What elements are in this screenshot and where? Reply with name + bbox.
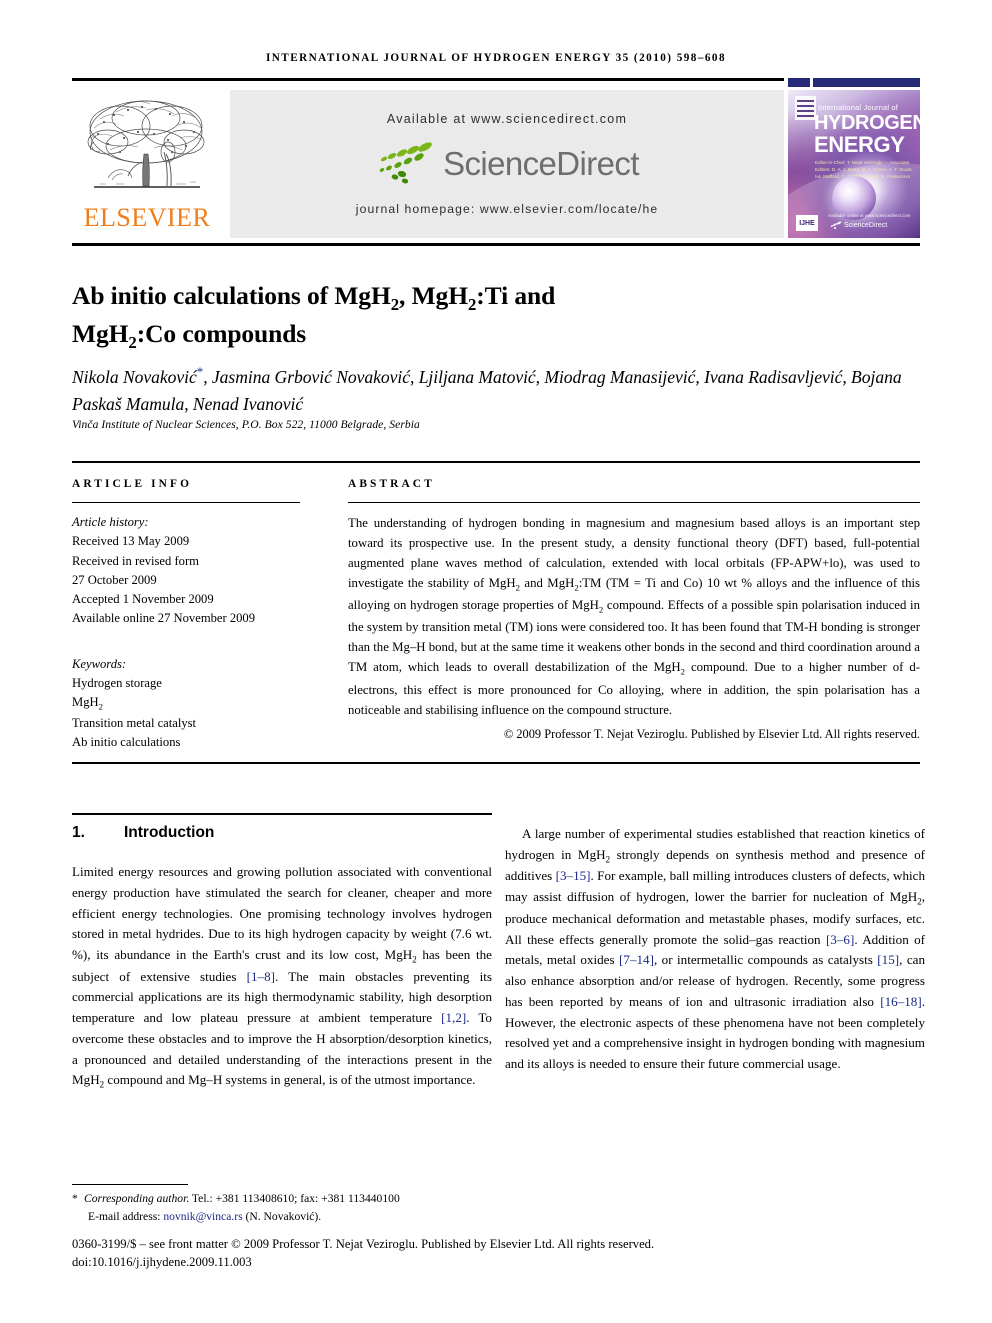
abstract-part-b: and MgH [520,576,575,591]
sciencedirect-banner: Available at www.sciencedirect.com Scien… [230,90,784,238]
history-item: Available online 27 November 2009 [72,611,256,626]
section-title: Introduction [124,824,215,841]
citation-ref[interactable]: [3–15] [556,868,591,883]
corresponding-author-note: * Corresponding author. Tel.: +381 113408… [72,1190,812,1208]
citation-ref[interactable]: [16–18] [880,994,921,1009]
author-first: Nikola Novaković [72,366,197,387]
cover-sciencedirect-logo: ScienceDirect [830,221,887,230]
masthead-top-rule [72,78,784,81]
keyword-item: MgH2 [72,693,310,714]
doi-line: doi:10.1016/j.ijhydene.2009.11.003 [72,1255,252,1269]
keyword-item: Hydrogen storage [72,675,162,690]
info-block-bottom-rule [72,762,920,764]
citation-ref[interactable]: [3–6] [826,932,854,947]
abstract-divider [348,502,920,503]
cover-available-note: Available online at www.sciencedirect.co… [828,213,911,218]
keyword-item: Transition metal catalyst [72,715,197,730]
section-heading: 1. Introduction [72,824,492,842]
keywords-block: Keywords: Hydrogen storage MgH2 Transiti… [72,655,310,753]
author-affiliation: Vinča Institute of Nuclear Sciences, P.O… [72,418,420,431]
email-label: E-mail address: [88,1209,161,1223]
title-line2-b: :Co compounds [136,318,307,348]
cover-top-bar-notch [810,78,813,87]
keywords-label: Keywords: [72,656,127,671]
elsevier-tree-icon [80,92,214,204]
article-info-label: article info [72,478,193,490]
cover-elsevier-mark [795,96,816,120]
running-head: International Journal of Hydrogen Energy… [265,52,727,64]
article-history: Article history: Received 13 May 2009 Re… [72,513,310,629]
elsevier-logo: ELSEVIER [72,90,222,238]
abstract-label: abstract [348,478,435,490]
footnote-rule [72,1184,188,1185]
email-owner: (N. Novaković). [245,1209,322,1223]
cover-top-bar [788,78,920,87]
info-block-top-rule [72,461,920,463]
journal-article-page: International Journal of Hydrogen Energy… [0,0,992,1323]
history-item: Received 13 May 2009 [72,534,190,549]
title-sub-1: 2 [390,295,400,315]
footnote-star: * [72,1192,78,1205]
body-paragraph: Limited energy resources and growing pol… [72,862,492,1092]
available-at-text: Available at www.sciencedirect.com [386,112,628,126]
article-info-column: article info Article history: Received 1… [72,478,310,752]
body-paragraph: A large number of experimental studies e… [505,824,925,1075]
journal-homepage-text: journal homepage: www.elsevier.com/locat… [355,202,659,216]
right-part-f: , or intermetallic compounds as catalyst… [653,952,878,968]
keyword-mgh2-sub: 2 [98,701,103,712]
title-line1-c: :Ti and [476,281,556,311]
email-note: E-mail address: novnik@vinca.rs (N. Nova… [72,1208,812,1226]
history-item: Accepted 1 November 2009 [72,592,214,607]
article-history-list: Received 13 May 2009 Received in revised… [72,532,310,628]
email-link[interactable]: novnik@vinca.rs [163,1210,242,1223]
body-column-left: Limited energy resources and growing pol… [72,862,492,1092]
sciencedirect-logo: ScienceDirect [375,140,639,186]
history-item: 27 October 2009 [72,572,157,587]
sciencedirect-leaf-icon [379,142,432,184]
cover-title-line2: ENERGY [814,132,905,157]
body-column-right: A large number of experimental studies e… [505,824,925,1075]
left-part-e: compound and Mg–H systems in general, is… [104,1072,476,1088]
journal-cover-thumbnail: International Journal of HYDROGEN ENERGY… [788,90,920,238]
issn-copyright-line: 0360-3199/$ – see front matter © 2009 Pr… [72,1237,655,1251]
cover-journal-prefix: International Journal of [818,103,898,112]
cover-title-line1: HYDROGEN [814,112,920,134]
sciencedirect-wordmark: ScienceDirect [443,144,639,182]
section-top-rule [72,813,492,815]
citation-ref[interactable]: [1–8] [247,969,275,984]
section-number: 1. [72,824,85,841]
elsevier-wordmark: ELSEVIER [83,203,211,232]
article-history-label: Article history: [72,515,149,529]
article-title: Ab initio calculations of MgH2, MgH2:Ti … [72,279,792,354]
keyword-item: Ab initio calculations [72,735,181,749]
author-list: Nikola Novaković*, Jasmina Grbović Novak… [72,362,928,417]
citation-ref[interactable]: [1,2] [441,1010,466,1025]
title-line1-b: , MgH [399,281,468,311]
cover-sciencedirect-word: ScienceDirect [844,222,888,229]
masthead-bottom-rule [72,243,920,246]
footnote-block: * Corresponding author. Tel.: +381 113408… [72,1190,812,1225]
masthead: ELSEVIER Available at www.sciencedirect.… [72,78,920,240]
citation-ref[interactable]: [7–14] [619,952,654,967]
title-sub-3: 2 [128,332,137,352]
keywords-list: Hydrogen storage MgH2 Transition metal c… [72,674,310,752]
corresponding-author-contact: Tel.: +381 113408610; fax: +381 11344010… [189,1192,400,1205]
title-line1-a: Ab initio calculations of MgH [72,281,391,311]
corresponding-author-label: Corresponding author. [84,1192,190,1205]
abstract-copyright: © 2009 Professor T. Nejat Veziroglu. Pub… [503,726,920,741]
history-item: Received in revised form [72,553,199,568]
abstract-column: abstract The understanding of hydrogen b… [348,478,920,742]
article-info-divider [72,502,300,503]
title-line2-a: MgH [72,318,129,348]
citation-ref[interactable]: [15] [877,952,899,967]
cover-badge: IJHE [796,215,818,231]
cover-editors: Editor-in-Chief: T. Nejat Veziroglu — As… [815,160,913,179]
keyword-mgh2-base: MgH [72,695,99,710]
abstract-text: The understanding of hydrogen bonding in… [348,513,920,720]
cover-leaf-icon [830,221,842,229]
